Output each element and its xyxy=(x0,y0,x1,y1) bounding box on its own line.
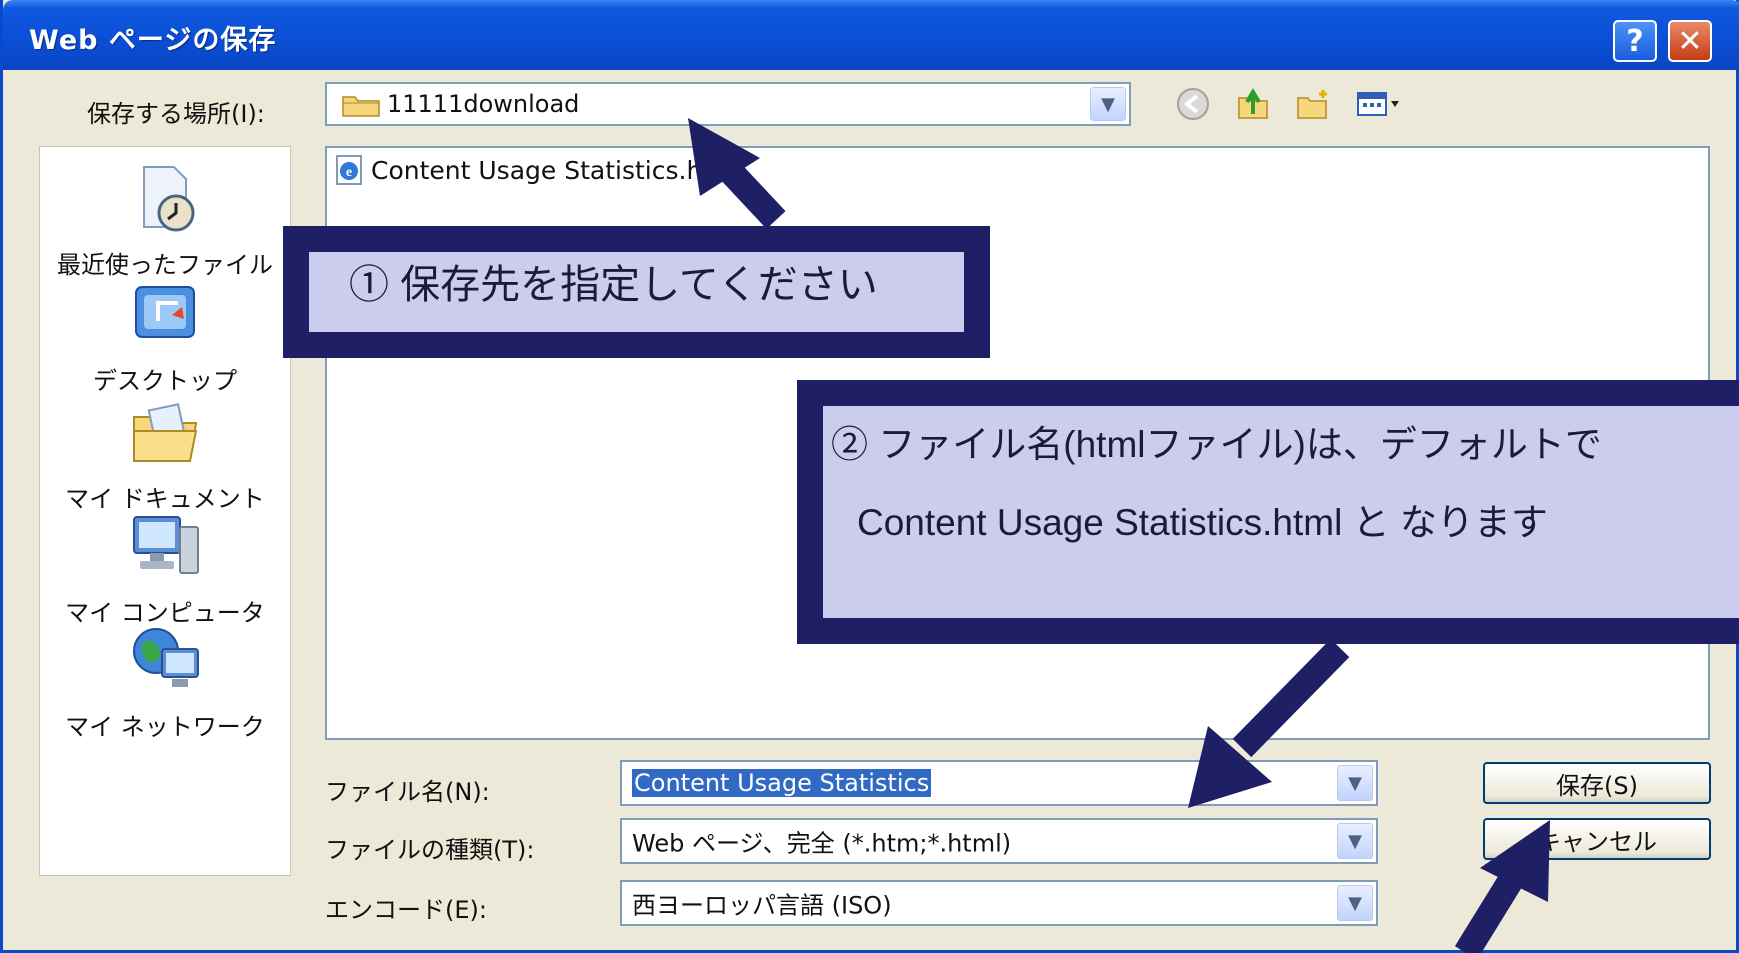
arrow-overlay xyxy=(688,118,1550,953)
arrow-to-save xyxy=(1454,820,1550,953)
arrow-to-location xyxy=(688,118,786,229)
arrow-to-filename xyxy=(1188,638,1350,808)
